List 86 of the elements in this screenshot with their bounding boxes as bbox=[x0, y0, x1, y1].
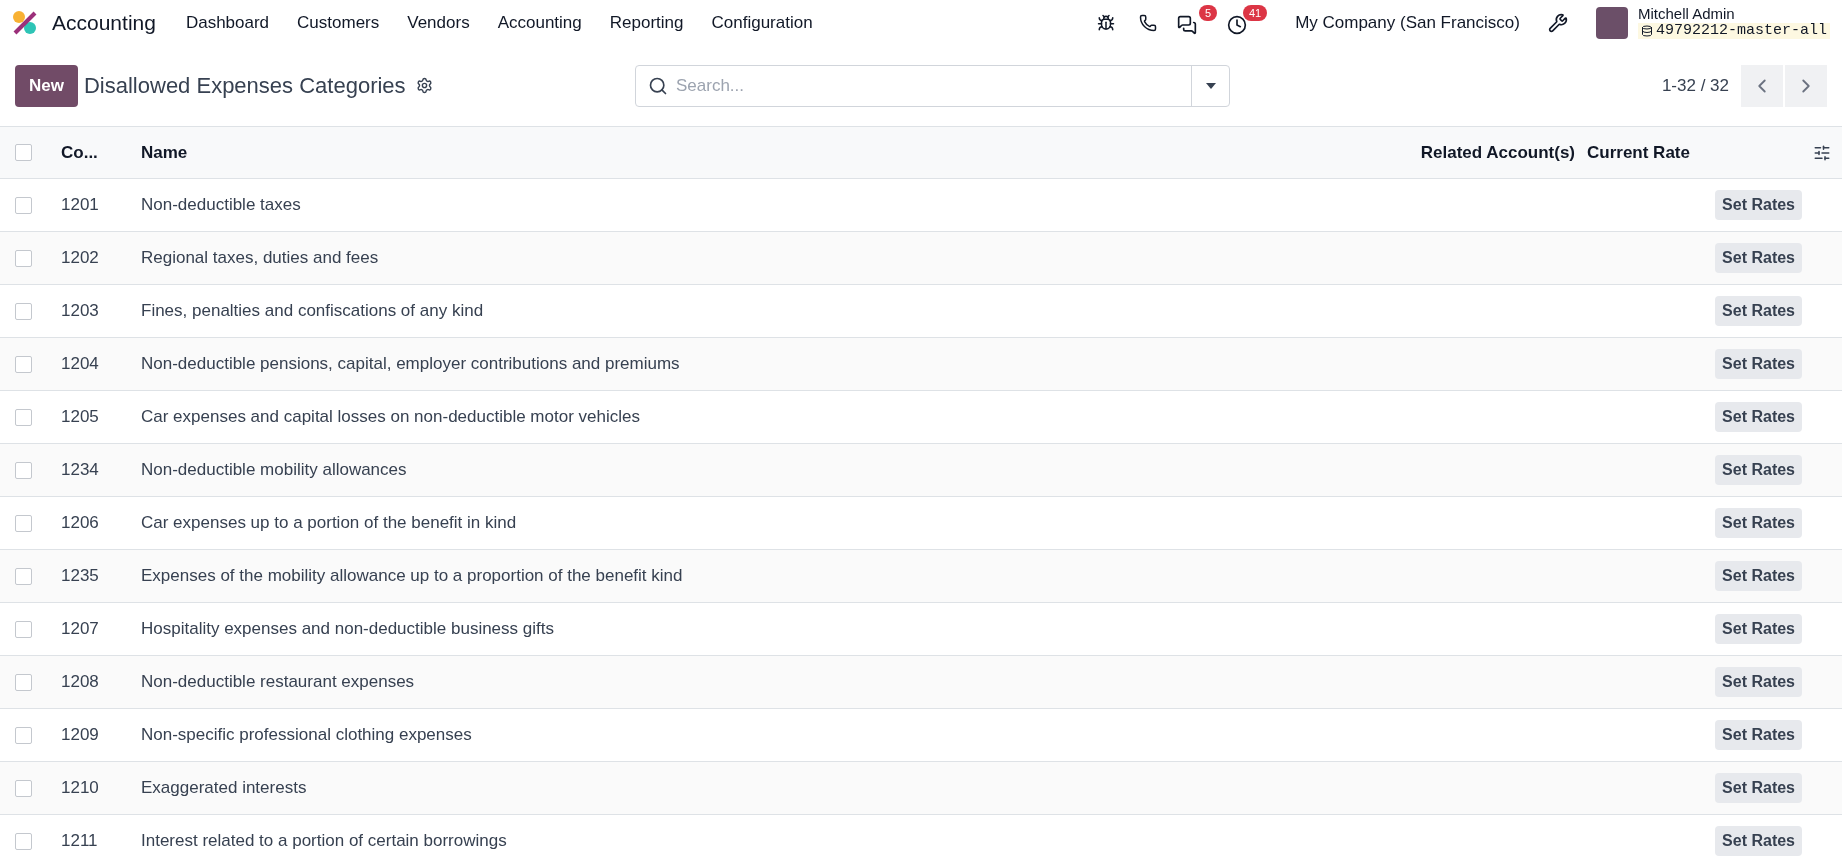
menu-item[interactable]: Accounting bbox=[485, 4, 594, 41]
menu-item[interactable]: Reporting bbox=[597, 4, 696, 41]
code-cell-text: 1201 bbox=[61, 195, 100, 215]
name-cell-text: Regional taxes, duties and fees bbox=[141, 248, 380, 268]
select-all-checkbox[interactable] bbox=[15, 144, 32, 161]
menu-item[interactable]: Customers bbox=[285, 4, 392, 41]
row-checkbox[interactable] bbox=[15, 832, 32, 850]
row-checkbox[interactable] bbox=[15, 355, 32, 373]
code-cell-text: 1210 bbox=[61, 778, 100, 798]
set-rates-button[interactable]: Set Rates bbox=[1715, 773, 1802, 803]
code-cell-text: 1235 bbox=[61, 566, 100, 586]
company-switcher[interactable]: My Company (San Francisco) bbox=[1295, 12, 1520, 33]
name-cell-text: Non-deductible taxes bbox=[141, 195, 302, 215]
menu-item[interactable]: Vendors bbox=[395, 4, 482, 41]
set-rates-button[interactable]: Set Rates bbox=[1715, 190, 1802, 220]
app-name[interactable]: Accounting bbox=[52, 10, 156, 35]
set-rates-button[interactable]: Set Rates bbox=[1715, 667, 1802, 697]
code-cell-text: 1202 bbox=[61, 248, 100, 268]
search-bar[interactable]: Search... bbox=[635, 64, 1230, 107]
search-icon bbox=[648, 75, 668, 96]
menu-item[interactable]: Dashboard bbox=[173, 4, 282, 41]
clock-icon bbox=[1227, 14, 1248, 35]
new-button[interactable]: New bbox=[15, 64, 78, 107]
activities-badge: 41 bbox=[1242, 4, 1268, 21]
set-rates-button[interactable]: Set Rates bbox=[1715, 402, 1802, 432]
row-checkbox[interactable] bbox=[15, 461, 32, 479]
row-checkbox[interactable] bbox=[15, 620, 32, 638]
name-cell-text: Interest related to a portion of certain borrowings bbox=[141, 831, 508, 851]
code-cell-text: 1205 bbox=[61, 407, 100, 427]
code-cell-text: 1206 bbox=[61, 513, 100, 533]
pager-value[interactable]: 1-32 / 32 bbox=[1661, 75, 1729, 96]
menu-item[interactable]: Configuration bbox=[699, 4, 825, 41]
row-checkbox[interactable] bbox=[15, 514, 32, 532]
code-cell-text: 1209 bbox=[61, 725, 100, 745]
page-title: Disallowed Expenses Categories bbox=[83, 72, 406, 99]
name-cell-text: Non-specific professional clothing expenses bbox=[141, 725, 473, 745]
messages-badge: 5 bbox=[1199, 4, 1218, 21]
set-rates-button[interactable]: Set Rates bbox=[1715, 296, 1802, 326]
row-checkbox[interactable] bbox=[15, 302, 32, 320]
column-header[interactable]: Name bbox=[141, 142, 1417, 163]
code-cell-text: 1208 bbox=[61, 672, 100, 692]
optional-columns-icon[interactable] bbox=[1813, 143, 1831, 162]
caret-icon bbox=[1204, 81, 1217, 90]
gear-icon[interactable] bbox=[415, 77, 433, 94]
user-avatar[interactable] bbox=[1595, 6, 1628, 39]
set-rates-button[interactable]: Set Rates bbox=[1715, 349, 1802, 379]
name-cell-text: Fines, penalties and confiscations of any kind bbox=[141, 301, 485, 321]
name-cell-text: Hospitality expenses and non-deductible business gifts bbox=[141, 619, 555, 639]
name-cell-text: Non-deductible pensions, capital, employer contributions and premiums bbox=[141, 354, 681, 374]
row-checkbox[interactable] bbox=[15, 249, 32, 267]
database-name: 49792212-master-all bbox=[1637, 22, 1830, 39]
user-name[interactable]: Mitchell Admin bbox=[1637, 6, 1830, 23]
row-checkbox[interactable] bbox=[15, 567, 32, 585]
row-checkbox[interactable] bbox=[15, 726, 32, 744]
code-cell-text: 1234 bbox=[61, 460, 100, 480]
set-rates-button[interactable]: Set Rates bbox=[1715, 826, 1802, 856]
previous-page-button[interactable] bbox=[1741, 64, 1783, 107]
column-header[interactable]: Current Rate bbox=[1587, 142, 1802, 163]
column-header[interactable]: Co... bbox=[61, 142, 141, 163]
name-cell-text: Non-deductible restaurant expenses bbox=[141, 672, 416, 692]
app-logo-icon[interactable] bbox=[12, 9, 38, 36]
code-cell-text: 1207 bbox=[61, 619, 100, 639]
activities-button[interactable]: 41 bbox=[1221, 4, 1268, 41]
chat-icon bbox=[1177, 14, 1198, 35]
name-cell-text: Car expenses up to a portion of the benefit in kind bbox=[141, 513, 518, 533]
row-checkbox[interactable] bbox=[15, 779, 32, 797]
code-cell-text: 1203 bbox=[61, 301, 100, 321]
set-rates-button[interactable]: Set Rates bbox=[1715, 614, 1802, 644]
messages-button[interactable]: 5 bbox=[1171, 4, 1218, 41]
set-rates-button[interactable]: Set Rates bbox=[1715, 508, 1802, 538]
set-rates-button[interactable]: Set Rates bbox=[1715, 455, 1802, 485]
column-header[interactable]: Related Account(s) bbox=[1420, 142, 1587, 163]
code-cell-text: 1211 bbox=[61, 831, 99, 851]
name-cell-text: Expenses of the mobility allowance up to a proportion of the benefit kind bbox=[141, 566, 684, 586]
row-checkbox[interactable] bbox=[15, 408, 32, 426]
name-cell-text: Car expenses and capital losses on non-deductible motor vehicles bbox=[141, 407, 641, 427]
set-rates-button[interactable]: Set Rates bbox=[1715, 561, 1802, 591]
set-rates-button[interactable]: Set Rates bbox=[1715, 243, 1802, 273]
database-icon bbox=[1640, 24, 1653, 37]
name-cell-text: Exaggerated interests bbox=[141, 778, 308, 798]
row-checkbox[interactable] bbox=[15, 673, 32, 691]
name-cell-text: Non-deductible mobility allowances bbox=[141, 460, 408, 480]
code-cell-text: 1204 bbox=[61, 354, 100, 374]
row-checkbox[interactable] bbox=[15, 196, 32, 214]
set-rates-button[interactable]: Set Rates bbox=[1715, 720, 1802, 750]
next-page-button[interactable] bbox=[1785, 64, 1827, 107]
